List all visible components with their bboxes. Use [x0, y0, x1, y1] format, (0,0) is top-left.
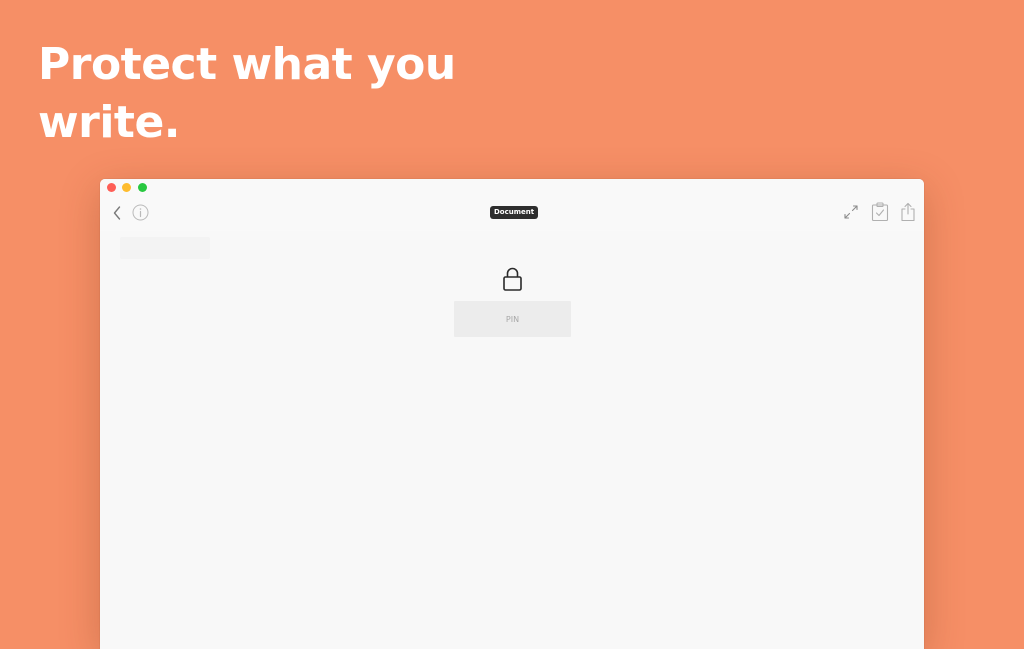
clipboard-check-icon[interactable] [871, 202, 889, 222]
expand-icon[interactable] [843, 204, 859, 220]
window-toolbar: Document [100, 179, 924, 231]
share-icon[interactable] [900, 202, 916, 222]
pin-input[interactable] [454, 301, 571, 337]
window-zoom-button[interactable] [138, 183, 147, 192]
info-icon[interactable] [132, 204, 149, 221]
marketing-headline: Protect what you write. [38, 39, 456, 148]
sidebar-placeholder [120, 237, 210, 259]
chevron-left-icon[interactable] [112, 205, 122, 221]
lock-icon [503, 267, 522, 291]
window-close-button[interactable] [107, 183, 116, 192]
app-window: Document [100, 179, 924, 649]
window-minimize-button[interactable] [122, 183, 131, 192]
document-tag[interactable]: Document [490, 206, 539, 219]
